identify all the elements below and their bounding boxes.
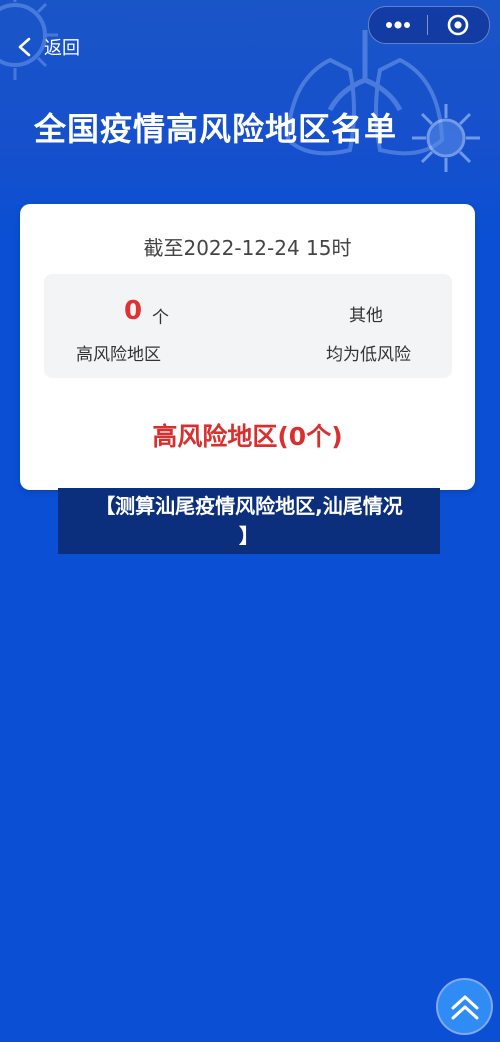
- chevron-left-icon: [18, 37, 31, 57]
- more-dots-icon: [386, 21, 410, 29]
- count-unit: 个: [152, 308, 169, 328]
- page-title: 全国疫情高风险地区名单: [34, 110, 398, 148]
- target-close-icon: [447, 14, 469, 36]
- other-label: 其他: [349, 306, 383, 326]
- mini-program-capsule: [368, 6, 490, 44]
- more-button[interactable]: [369, 7, 427, 43]
- high-risk-label: 高风险地区: [76, 345, 161, 365]
- high-risk-count: 0: [124, 296, 143, 326]
- double-chevron-up-icon: [451, 995, 478, 1019]
- close-button[interactable]: [428, 7, 488, 43]
- stats-box: 0 个 高风险地区 其他 均为低风险: [44, 274, 452, 378]
- back-label: 返回: [44, 38, 80, 59]
- scroll-to-top-button[interactable]: [438, 980, 491, 1033]
- article-title-banner: 【测算汕尾疫情风险地区,汕尾情况 】: [58, 488, 440, 554]
- summary-card: 截至2022-12-24 15时 0 个 高风险地区 其他 均为低风险 高风险地…: [20, 204, 475, 490]
- banner-line-2: 】: [239, 524, 259, 548]
- as-of-time: 截至2022-12-24 15时: [143, 236, 352, 260]
- other-desc: 均为低风险: [326, 345, 411, 365]
- banner-line-1: 【测算汕尾疫情风险地区,汕尾情况: [95, 494, 403, 518]
- virus-small-decoration-icon: [412, 104, 480, 172]
- high-risk-section-title: 高风险地区(0个): [152, 422, 343, 451]
- back-button[interactable]: 返回: [14, 32, 80, 62]
